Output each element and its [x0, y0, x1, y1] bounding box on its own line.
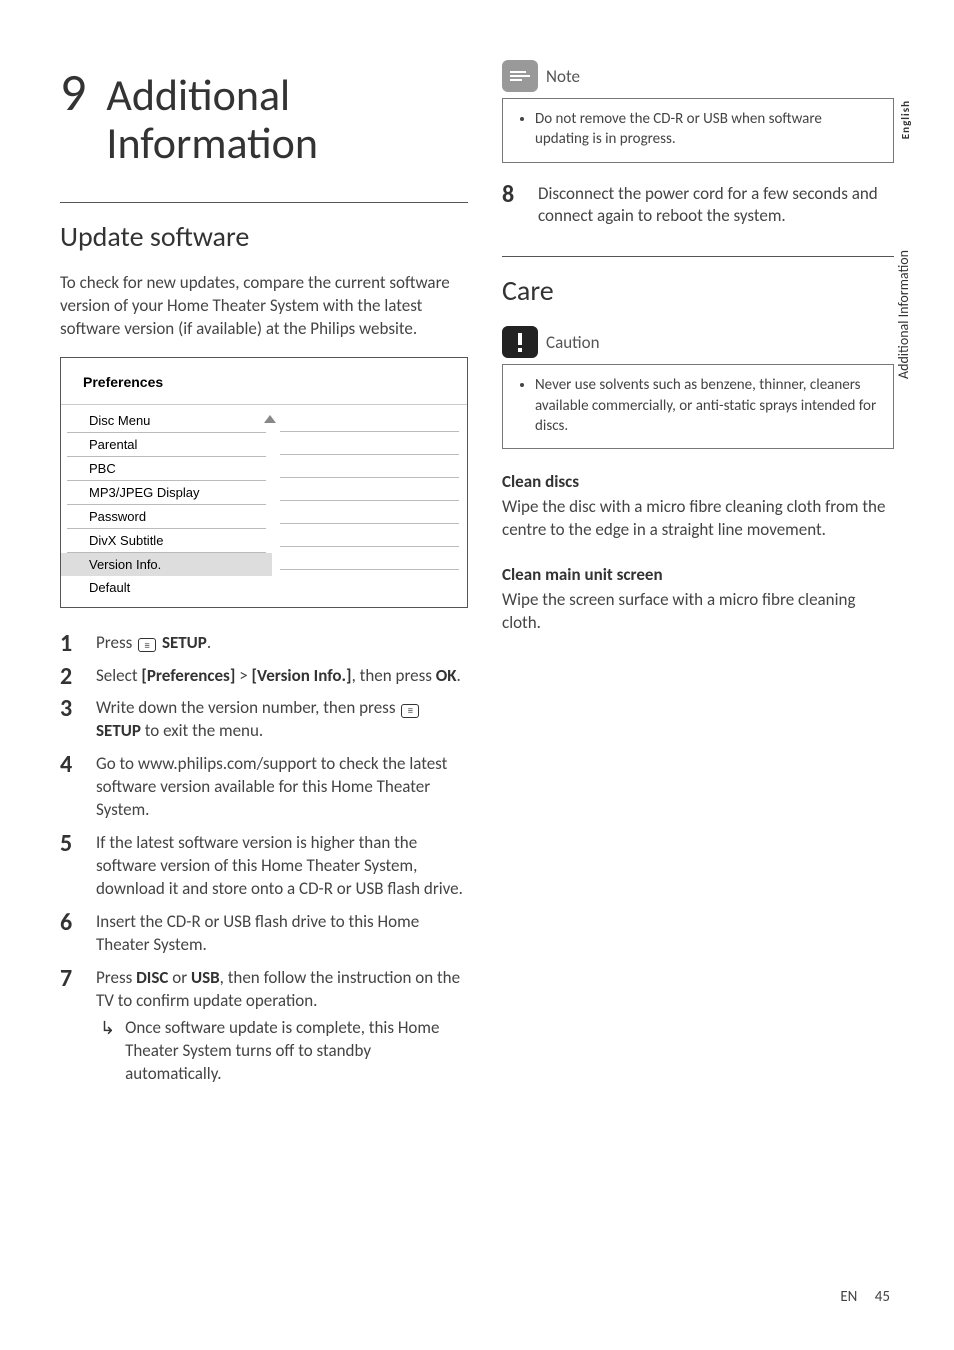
result-arrow-icon: ↳: [100, 1017, 115, 1086]
caution-item: Never use solvents such as benzene, thin…: [535, 375, 879, 436]
step-5: If the latest software version is higher…: [60, 832, 468, 911]
preferences-menu: Preferences Disc MenuParentalPBCMP3/JPEG…: [60, 357, 468, 608]
bold-text: [Version Info.]: [252, 665, 352, 686]
result-text: Once software update is complete, this H…: [125, 1017, 468, 1086]
footer-lang: EN: [840, 1288, 857, 1306]
note-item: Do not remove the CD-R or USB when softw…: [535, 109, 879, 150]
step-6: Insert the CD-R or USB flash drive to th…: [60, 911, 468, 967]
menu-item: PBC: [67, 457, 266, 481]
preferences-menu-values: [272, 405, 467, 607]
menu-item: Version Info.: [61, 553, 272, 576]
care-divider: [502, 256, 894, 257]
step-result: ↳Once software update is complete, this …: [96, 1017, 468, 1086]
care-heading: Care: [502, 273, 894, 308]
menu-item: Password: [67, 505, 266, 529]
menu-item: Parental: [67, 433, 266, 457]
note-callout: Note Do not remove the CD-R or USB when …: [502, 60, 894, 163]
page-footer: EN 45: [840, 1288, 890, 1306]
note-box: Do not remove the CD-R or USB when softw…: [502, 98, 894, 163]
bold-text: SETUP: [96, 720, 141, 741]
clean-discs-body: Wipe the disc with a micro fibre cleanin…: [502, 496, 894, 542]
step-2: Select [Preferences] > [Version Info.], …: [60, 665, 468, 698]
chapter-title: Additional Information: [106, 71, 468, 168]
update-software-intro: To check for new updates, compare the cu…: [60, 272, 468, 341]
bold-text: DISC: [136, 967, 168, 988]
step-3: Write down the version number, then pres…: [60, 697, 468, 753]
caution-icon: [502, 326, 538, 358]
step-8-list: Disconnect the power cord for a few seco…: [502, 183, 894, 239]
menu-item: MP3/JPEG Display: [67, 481, 266, 505]
bold-text: SETUP: [162, 632, 207, 653]
update-steps-list: Press SETUP.Select [Preferences] > [Vers…: [60, 632, 468, 1096]
menu-item: Disc Menu: [67, 409, 266, 433]
side-tab-language: English: [899, 100, 912, 139]
caution-callout: Caution Never use solvents such as benze…: [502, 326, 894, 449]
scroll-up-icon: [264, 415, 276, 423]
step-1: Press SETUP.: [60, 632, 468, 665]
chapter-heading: 9 Additional Information: [60, 60, 468, 168]
note-icon: [502, 60, 538, 92]
menu-item: Default: [67, 576, 266, 599]
step-7: Press DISC or USB, then follow the instr…: [60, 967, 468, 1096]
left-column: 9 Additional Information Update software…: [60, 60, 468, 1220]
update-software-heading: Update software: [60, 219, 468, 254]
setup-icon: [401, 704, 419, 718]
caution-box: Never use solvents such as benzene, thin…: [502, 364, 894, 449]
clean-discs-heading: Clean discs: [502, 471, 894, 492]
section-divider: [60, 202, 468, 203]
right-column: Note Do not remove the CD-R or USB when …: [502, 60, 894, 1220]
setup-icon: [138, 638, 156, 652]
clean-screen-body: Wipe the screen surface with a micro fib…: [502, 589, 894, 635]
bold-text: USB: [191, 967, 220, 988]
bold-text: OK: [436, 665, 457, 686]
footer-page-number: 45: [875, 1288, 890, 1306]
page-content: 9 Additional Information Update software…: [0, 0, 954, 1260]
menu-item: DivX Subtitle: [67, 529, 266, 553]
caution-title: Caution: [546, 332, 600, 353]
preferences-menu-items: Disc MenuParentalPBCMP3/JPEG DisplayPass…: [61, 405, 272, 607]
bold-text: [Preferences]: [141, 665, 235, 686]
clean-screen-heading: Clean main unit screen: [502, 564, 894, 585]
preferences-menu-body: Disc MenuParentalPBCMP3/JPEG DisplayPass…: [61, 405, 467, 607]
step-8: Disconnect the power cord for a few seco…: [502, 183, 894, 239]
preferences-menu-title: Preferences: [61, 358, 467, 405]
side-tab-section: Additional Information: [895, 250, 912, 379]
note-title: Note: [546, 66, 580, 87]
chapter-number: 9: [60, 60, 86, 124]
step-4: Go to www.philips.com/support to check t…: [60, 753, 468, 832]
